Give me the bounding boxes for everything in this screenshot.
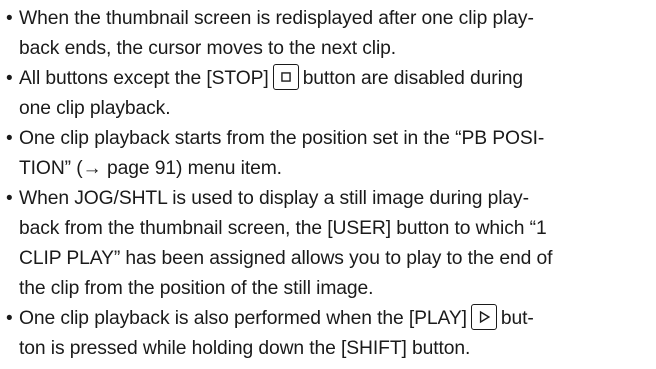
text-line: one clip playback. [19,98,171,119]
list-item: • One clip playback starts from the posi… [5,124,651,184]
stop-icon [272,63,299,90]
list-item: • One clip playback is also performed wh… [5,303,651,364]
bullet-marker: • [6,68,13,89]
text-line: When JOG/SHTL is used to display a still… [19,188,529,209]
text-line: One clip playback starts from the positi… [19,128,545,149]
text-line: One clip playback is also performed when… [19,303,651,334]
text-line: TION” (→ page 91) menu item. [19,158,282,179]
bullet-marker: • [6,8,13,29]
text-line: CLIP PLAY” has been assigned allows you … [19,248,553,269]
text-line: All buttons except the [STOP] button are … [19,63,651,94]
bullet-marker: • [6,188,13,209]
text-line: When the thumbnail screen is redisplayed… [19,8,534,29]
instruction-notes: • When the thumbnail screen is redisplay… [5,4,651,364]
bullet-marker: • [6,308,13,329]
text-line: ton is pressed while holding down the [S… [19,338,471,359]
list-item: • When the thumbnail screen is redisplay… [5,4,651,64]
play-icon [470,303,497,330]
text-line: back from the thumbnail screen, the [USE… [19,218,547,239]
text-line: the clip from the position of the still … [19,278,374,299]
text-segment: button are disabled during [302,68,524,89]
text-segment: One clip playback is also performed when… [19,308,467,329]
list-item: • All buttons except the [STOP] button ar… [5,63,651,124]
text-line: back ends, the cursor moves to the next … [19,38,397,59]
list-item: • When JOG/SHTL is used to display a sti… [5,184,651,304]
bullet-list: • When the thumbnail screen is redisplay… [5,4,651,364]
text-segment: All buttons except the [STOP] [19,68,269,89]
bullet-marker: • [6,128,13,149]
text-segment: but- [500,308,534,329]
